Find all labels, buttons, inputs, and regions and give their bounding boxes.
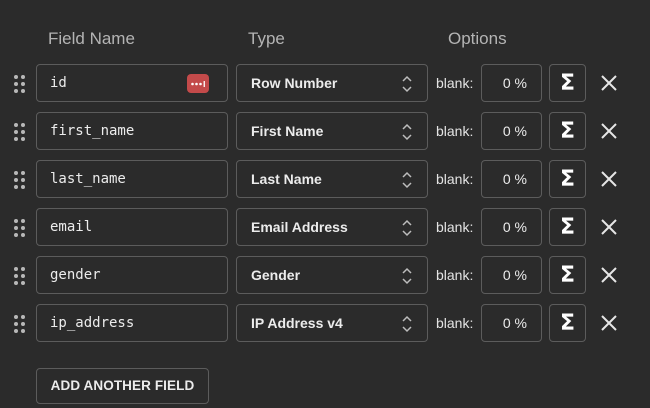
schema-editor: Field Name Type Options id Row Number bl…: [0, 0, 650, 408]
add-another-field-button[interactable]: ADD ANOTHER FIELD: [36, 368, 209, 404]
type-select[interactable]: First Name: [236, 112, 428, 150]
drag-handle-icon[interactable]: [13, 218, 27, 238]
type-select[interactable]: Row Number: [236, 64, 428, 102]
header-field-name: Field Name: [48, 29, 135, 48]
drag-handle-icon[interactable]: [13, 170, 27, 190]
chevron-updown-icon: [401, 219, 413, 237]
field-name-input[interactable]: [37, 305, 227, 341]
chevron-updown-icon: [401, 123, 413, 141]
sigma-button[interactable]: Σ: [549, 208, 586, 246]
sigma-icon: Σ: [559, 70, 576, 96]
field-name-box: [36, 160, 228, 198]
field-name-box: [36, 256, 228, 294]
field-name-input[interactable]: [37, 113, 227, 149]
sigma-button[interactable]: Σ: [549, 304, 586, 342]
blank-percent-field[interactable]: 0 %: [481, 64, 542, 102]
field-name-box: [36, 304, 228, 342]
blank-percent-field[interactable]: 0 %: [481, 256, 542, 294]
drag-handle-icon[interactable]: [13, 314, 27, 334]
type-select[interactable]: Gender: [236, 256, 428, 294]
field-name-input[interactable]: [37, 209, 227, 245]
password-manager-icon[interactable]: [187, 74, 209, 93]
remove-field-button[interactable]: [598, 216, 620, 238]
remove-field-button[interactable]: [598, 120, 620, 142]
blank-percent-field[interactable]: 0 %: [481, 112, 542, 150]
blank-percent-value: 0 %: [502, 75, 527, 91]
chevron-updown-icon: [401, 267, 413, 285]
drag-handle-icon[interactable]: [13, 74, 27, 94]
remove-field-button[interactable]: [598, 264, 620, 286]
field-name-box: [36, 64, 228, 102]
sigma-button[interactable]: Σ: [549, 112, 586, 150]
close-icon: [601, 75, 617, 91]
field-rows: Row Number blank: 0 % Σ: [0, 64, 650, 352]
blank-label: blank:: [436, 171, 474, 187]
blank-label: blank:: [436, 123, 474, 139]
type-select-value: Gender: [251, 267, 301, 283]
field-name-box: [36, 208, 228, 246]
chevron-updown-icon: [401, 171, 413, 189]
field-name-input[interactable]: [37, 257, 227, 293]
close-icon: [601, 219, 617, 235]
chevron-updown-icon: [401, 75, 413, 93]
field-row: First Name blank: 0 % Σ: [0, 112, 650, 160]
field-row: IP Address v4 blank: 0 % Σ: [0, 304, 650, 352]
sigma-icon: Σ: [559, 166, 576, 192]
sigma-icon: Σ: [559, 310, 576, 336]
close-icon: [601, 171, 617, 187]
remove-field-button[interactable]: [598, 312, 620, 334]
blank-label: blank:: [436, 267, 474, 283]
field-row: Last Name blank: 0 % Σ: [0, 160, 650, 208]
blank-percent-value: 0 %: [502, 171, 527, 187]
blank-percent-field[interactable]: 0 %: [481, 160, 542, 198]
sigma-icon: Σ: [559, 118, 576, 144]
sigma-button[interactable]: Σ: [549, 256, 586, 294]
field-row: Row Number blank: 0 % Σ: [0, 64, 650, 112]
blank-percent-field[interactable]: 0 %: [481, 304, 542, 342]
field-name-input[interactable]: [37, 161, 227, 197]
type-select-value: First Name: [251, 123, 324, 139]
blank-percent-value: 0 %: [502, 219, 527, 235]
field-name-box: [36, 112, 228, 150]
column-headers: Field Name Type Options: [0, 28, 650, 52]
type-select-value: Email Address: [251, 219, 348, 235]
close-icon: [601, 315, 617, 331]
sigma-icon: Σ: [559, 214, 576, 240]
sigma-button[interactable]: Σ: [549, 64, 586, 102]
type-select[interactable]: Last Name: [236, 160, 428, 198]
chevron-updown-icon: [401, 315, 413, 333]
drag-handle-icon[interactable]: [13, 122, 27, 142]
blank-percent-value: 0 %: [502, 123, 527, 139]
blank-label: blank:: [436, 75, 474, 91]
sigma-icon: Σ: [559, 262, 576, 288]
drag-handle-icon[interactable]: [13, 266, 27, 286]
field-row: Email Address blank: 0 % Σ: [0, 208, 650, 256]
header-type: Type: [248, 29, 285, 48]
type-select[interactable]: IP Address v4: [236, 304, 428, 342]
remove-field-button[interactable]: [598, 168, 620, 190]
blank-percent-field[interactable]: 0 %: [481, 208, 542, 246]
type-select-value: Row Number: [251, 75, 338, 91]
blank-percent-value: 0 %: [502, 267, 527, 283]
remove-field-button[interactable]: [598, 72, 620, 94]
type-select-value: Last Name: [251, 171, 322, 187]
type-select-value: IP Address v4: [251, 315, 343, 331]
blank-label: blank:: [436, 315, 474, 331]
close-icon: [601, 123, 617, 139]
blank-label: blank:: [436, 219, 474, 235]
close-icon: [601, 267, 617, 283]
blank-percent-value: 0 %: [502, 315, 527, 331]
header-options: Options: [448, 29, 507, 48]
sigma-button[interactable]: Σ: [549, 160, 586, 198]
type-select[interactable]: Email Address: [236, 208, 428, 246]
field-row: Gender blank: 0 % Σ: [0, 256, 650, 304]
